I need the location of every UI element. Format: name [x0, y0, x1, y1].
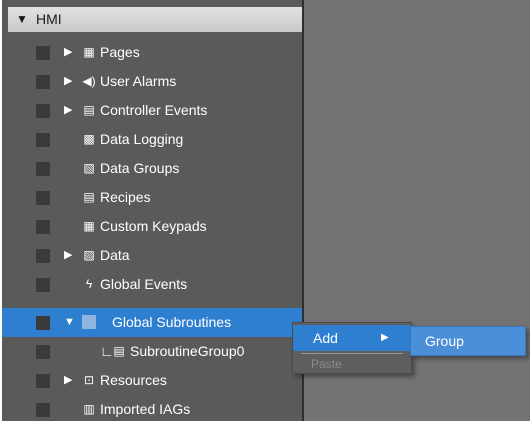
status-square: [36, 104, 50, 118]
tree-item-label: Global Subroutines: [112, 314, 232, 330]
subroutine-group-icon: ▤: [113, 344, 125, 358]
submenu-arrow-icon: ▶: [381, 332, 389, 343]
tree-item-label: User Alarms: [100, 73, 177, 89]
status-square: [36, 316, 50, 330]
keypad-icon: ▦: [83, 219, 95, 233]
tree-item-user-alarms[interactable]: ▶ ◀) User Alarms: [2, 67, 302, 96]
tree-item-label: Custom Keypads: [100, 218, 207, 234]
paste-label: Paste: [311, 357, 342, 371]
tree-item-imported-iags[interactable]: ▥ Imported IAGs: [2, 395, 302, 424]
tree-item-controller-events[interactable]: ▶ ▤ Controller Events: [2, 96, 302, 125]
expand-arrow-icon[interactable]: ▶: [64, 366, 72, 395]
subroutines-icon: [82, 315, 96, 329]
status-square: [36, 133, 50, 147]
status-square: [36, 249, 50, 263]
pages-icon: ▦: [83, 45, 95, 59]
tree-item-global-subroutines[interactable]: ▼ Global Subroutines: [2, 308, 302, 337]
status-square: [36, 374, 50, 388]
tree-item-label: Pages: [100, 44, 140, 60]
tree-item-custom-keypads[interactable]: ▦ Custom Keypads: [2, 212, 302, 241]
project-tree: ▼ HMI ▶ ▦ Pages ▶ ◀) User Alarms ▶ ▤ Con…: [2, 0, 302, 421]
status-square: [36, 162, 50, 176]
tree-item-label: Data: [100, 247, 130, 263]
collapse-arrow-icon[interactable]: ▼: [64, 308, 75, 337]
data-groups-icon: ▧: [83, 161, 95, 175]
tree-item-label: Recipes: [100, 189, 151, 205]
context-menu-paste[interactable]: Paste: [293, 355, 411, 373]
tree-item-label: Resources: [100, 372, 167, 388]
status-square: [36, 403, 50, 417]
status-square: [36, 75, 50, 89]
collapse-triangle-icon[interactable]: ▼: [16, 7, 28, 32]
expand-arrow-icon[interactable]: ▶: [64, 67, 72, 96]
data-logging-icon: ▩: [83, 132, 95, 146]
tree-item-label: Controller Events: [100, 102, 208, 118]
menu-separator: [301, 353, 403, 354]
tree-item-data[interactable]: ▶ ▨ Data: [2, 241, 302, 270]
tree-item-data-groups[interactable]: ▧ Data Groups: [2, 154, 302, 183]
speaker-icon: ◀): [82, 74, 96, 88]
expand-arrow-icon[interactable]: ▶: [64, 96, 72, 125]
status-square: [36, 220, 50, 234]
expand-arrow-icon[interactable]: ▶: [64, 38, 72, 67]
tree-item-label: Data Logging: [100, 131, 184, 147]
tree-item-subroutinegroup0[interactable]: ∟ ▤ SubroutineGroup0: [2, 337, 302, 366]
lightning-icon: ϟ: [85, 277, 93, 291]
status-square: [36, 278, 50, 292]
tree-item-label: Imported IAGs: [100, 401, 191, 417]
context-menu-add[interactable]: Add ▶: [293, 325, 411, 351]
tree-root-hmi[interactable]: ▼ HMI: [8, 7, 302, 32]
group-label: Group: [425, 333, 464, 349]
tree-item-pages[interactable]: ▶ ▦ Pages: [2, 38, 302, 67]
tree-root-label: HMI: [36, 11, 62, 27]
tree-item-data-logging[interactable]: ▩ Data Logging: [2, 125, 302, 154]
calendar-icon: ▤: [83, 103, 95, 117]
data-icon: ▨: [83, 248, 95, 262]
expand-arrow-icon[interactable]: ▶: [64, 241, 72, 270]
iag-icon: ▥: [83, 402, 95, 416]
context-menu: Add ▶ Paste: [292, 322, 412, 374]
tree-item-recipes[interactable]: ▤ Recipes: [2, 183, 302, 212]
tree-item-label: Data Groups: [100, 160, 180, 176]
tree-item-global-events[interactable]: ϟ Global Events: [2, 270, 302, 299]
status-square: [36, 345, 50, 359]
status-square: [36, 46, 50, 60]
tree-item-label: Global Events: [100, 276, 188, 292]
status-square: [36, 191, 50, 205]
resources-icon: ⊡: [83, 373, 95, 387]
submenu-group-item[interactable]: Group: [410, 326, 526, 356]
tree-item-resources[interactable]: ▶ ⊡ Resources: [2, 366, 302, 395]
recipes-icon: ▤: [83, 190, 95, 204]
tree-item-label: SubroutineGroup0: [130, 343, 245, 359]
add-label: Add: [313, 330, 338, 346]
